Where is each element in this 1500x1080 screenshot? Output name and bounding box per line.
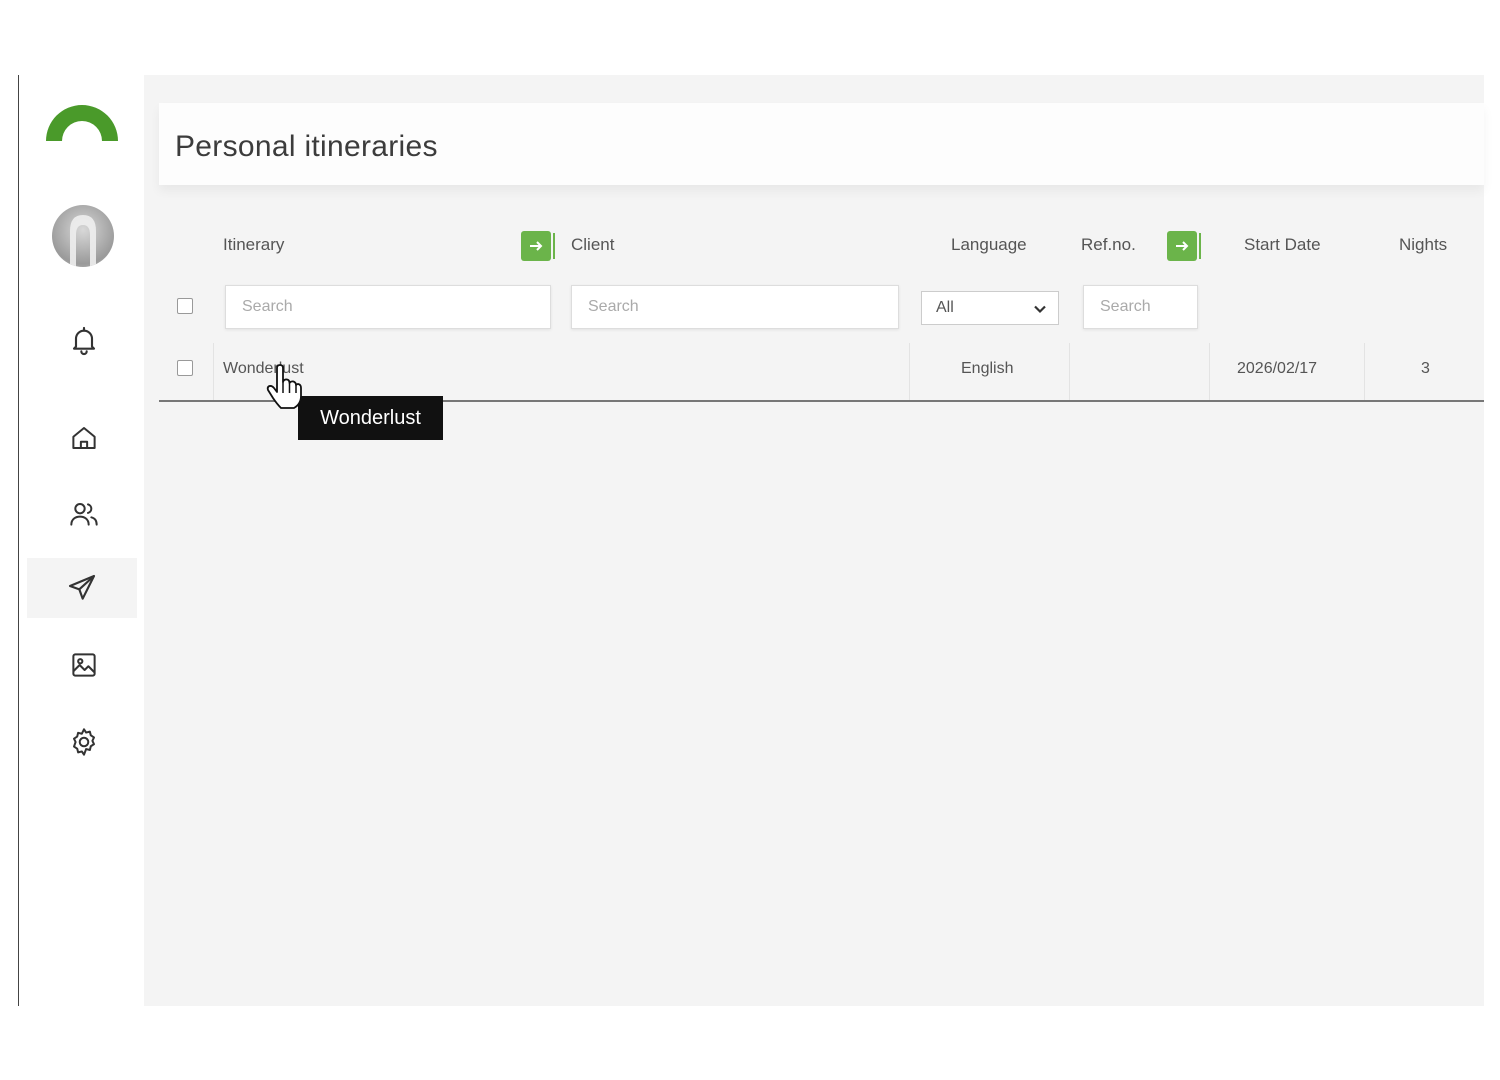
row-nights-cell: 3 [1421,360,1430,377]
page-title: Personal itineraries [175,130,438,163]
send-icon[interactable] [27,558,137,618]
column-header-itinerary[interactable]: Itinerary [223,235,284,255]
column-divider [1364,343,1365,400]
page-header: Personal itineraries [159,103,1484,185]
home-icon[interactable] [62,416,106,460]
language-select-value: All [936,299,954,316]
column-header-client[interactable]: Client [571,235,614,255]
column-header-nights[interactable]: Nights [1399,235,1447,255]
ref-search-input[interactable] [1083,285,1198,329]
users-icon[interactable] [62,492,106,536]
itinerary-search-input[interactable] [225,285,551,329]
app-frame: Personal itineraries Itinerary Client La… [18,75,1484,1006]
column-divider [213,343,214,400]
column-header-start-date[interactable]: Start Date [1244,235,1321,255]
column-divider [1069,343,1070,400]
gear-icon[interactable] [62,720,106,764]
bell-icon[interactable] [62,318,106,362]
chevron-down-icon [1032,301,1048,322]
hand-cursor-icon [266,364,302,415]
sidebar [19,75,144,1006]
itinerary-tooltip: Wonderlust [298,396,443,440]
main-content: Personal itineraries Itinerary Client La… [144,75,1484,1006]
itineraries-table: Itinerary Client Language Ref.no. Start … [159,203,1484,403]
ref-export-icon[interactable] [1167,231,1201,261]
language-select[interactable]: All [921,291,1059,325]
row-start-date-cell: 2026/02/17 [1237,360,1318,377]
itinerary-export-icon[interactable] [521,231,555,261]
select-all-checkbox[interactable] [177,298,193,314]
column-header-language[interactable]: Language [951,235,1027,255]
image-icon[interactable] [62,643,106,687]
client-search-input[interactable] [571,285,899,329]
user-avatar[interactable] [52,205,114,267]
column-header-ref-no[interactable]: Ref.no. [1081,235,1136,255]
column-divider [1209,343,1210,400]
brand-logo[interactable] [42,99,122,143]
row-language-cell: English [961,360,1014,377]
row-checkbox[interactable] [177,360,193,376]
column-divider [909,343,910,400]
